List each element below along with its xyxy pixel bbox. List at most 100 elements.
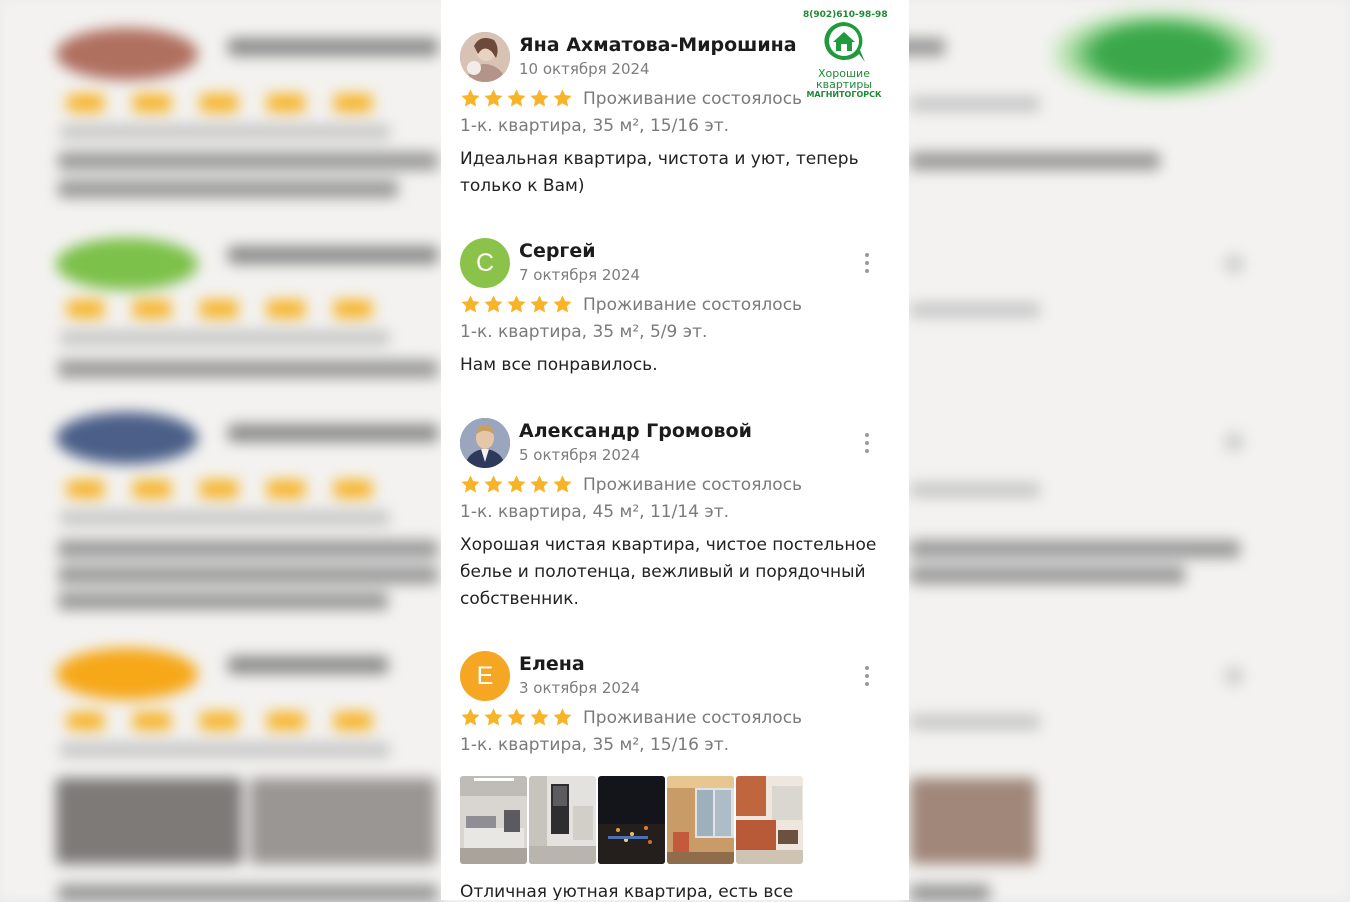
star-icon — [553, 708, 572, 726]
review-text: Нам все понравилось. — [460, 355, 658, 375]
bg-avatar-3 — [56, 412, 198, 464]
review-date: 10 октября 2024 — [519, 60, 650, 78]
bg-line-4c — [58, 884, 438, 902]
star-icon — [484, 475, 503, 493]
rating-stars — [460, 474, 573, 495]
bg-dot-4 — [1224, 666, 1244, 686]
star-icon — [484, 89, 503, 107]
bg-line-1c — [58, 152, 438, 170]
star-icon — [461, 708, 480, 726]
bg-name-2 — [228, 246, 438, 264]
bg-stars-3 — [66, 480, 386, 498]
avatar[interactable] — [460, 32, 510, 82]
apartment-info: 1-к. квартира, 35 м², 15/16 эт. — [460, 735, 730, 755]
bg-line-3c — [58, 566, 438, 584]
bg-line-3d — [58, 592, 388, 610]
bg-name-1 — [228, 38, 438, 56]
bg-line-3f — [910, 566, 1185, 584]
bg-line-1f — [910, 152, 1160, 170]
star-icon — [507, 475, 526, 493]
star-icon — [484, 708, 503, 726]
star-icon — [553, 295, 572, 313]
stay-status: Проживание состоялось — [583, 89, 803, 109]
author-name[interactable]: Сергей — [519, 240, 596, 262]
star-icon — [461, 89, 480, 107]
review-date: 7 октября 2024 — [519, 266, 641, 284]
bg-line-3g — [910, 482, 1040, 498]
bg-line-4b — [910, 714, 1040, 730]
star-icon — [507, 708, 526, 726]
bg-line-2b — [58, 360, 438, 378]
bg-line-4 — [60, 742, 390, 758]
bg-line-1 — [60, 124, 390, 140]
review-text: Отличная уютная квартира, есть все — [460, 882, 794, 900]
review-date: 5 октября 2024 — [519, 446, 641, 464]
star-icon — [530, 475, 549, 493]
star-icon — [553, 89, 572, 107]
author-name[interactable]: Александр Громовой — [519, 420, 752, 442]
rating-stars — [460, 88, 573, 109]
agency-logo: 8(902)610-98-98 Хорошие квартиры МАГНИТО… — [803, 10, 888, 100]
logo-line3: МАГНИТОГОРСК — [806, 90, 882, 99]
bg-line-4d — [910, 884, 990, 902]
avatar-photo-icon — [460, 418, 510, 468]
star-icon — [461, 295, 480, 313]
author-name[interactable]: Яна Ахматова-Мирошина — [519, 34, 797, 56]
star-icon — [553, 475, 572, 493]
bg-line-3 — [60, 510, 390, 526]
apartment-info: 1-к. квартира, 35 м², 15/16 эт. — [460, 116, 730, 136]
review-date: 3 октября 2024 — [519, 679, 641, 697]
more-vertical-icon[interactable] — [862, 665, 872, 687]
bg-line-3e — [910, 540, 1240, 558]
bg-avatar-4 — [56, 648, 198, 700]
avatar[interactable] — [460, 418, 510, 468]
author-name[interactable]: Елена — [519, 653, 585, 675]
star-icon — [461, 475, 480, 493]
bg-photo-3 — [910, 778, 1036, 864]
bg-name-3 — [228, 424, 438, 442]
more-vertical-icon[interactable] — [862, 252, 872, 274]
bg-stars-1 — [66, 94, 386, 112]
avatar-photo-icon — [460, 32, 510, 82]
star-icon — [530, 708, 549, 726]
more-vertical-icon[interactable] — [862, 432, 872, 454]
bg-line-1d — [58, 180, 398, 198]
star-icon — [507, 295, 526, 313]
logo-phone: 8(902)610-98-98 — [803, 10, 888, 20]
reviews-list[interactable]: Яна Ахматова-Мирошина 10 октября 2024 Пр… — [441, 0, 909, 900]
bg-line-2c — [910, 302, 1040, 318]
rating-stars — [460, 294, 573, 315]
bg-logo — [1050, 8, 1270, 100]
bg-dot-2 — [1224, 254, 1244, 274]
bg-dot-3 — [1224, 432, 1244, 452]
bg-line-3b — [58, 540, 438, 558]
hallway-photo[interactable] — [529, 776, 596, 864]
house-chat-logo-icon — [824, 22, 865, 62]
logo-line2: квартиры — [815, 78, 873, 91]
night-view-photo[interactable] — [598, 776, 665, 864]
stay-status: Проживание состоялось — [583, 475, 803, 495]
review-text: Идеальная квартира, чистота и уют, тепер… — [460, 149, 859, 196]
star-icon — [530, 89, 549, 107]
kitchen-photo[interactable] — [736, 776, 803, 864]
rating-stars — [460, 707, 573, 728]
bg-photo-1 — [56, 778, 242, 864]
stay-status: Проживание состоялось — [583, 295, 803, 315]
star-icon — [507, 89, 526, 107]
apartment-info: 1-к. квартира, 45 м², 11/14 эт. — [460, 502, 730, 522]
avatar[interactable]: Е — [460, 651, 510, 701]
avatar[interactable]: С — [460, 238, 510, 288]
bg-avatar-1 — [56, 28, 198, 80]
bg-line-2 — [60, 330, 390, 346]
bg-name-4 — [228, 656, 388, 674]
bg-photo-2 — [250, 778, 436, 864]
star-icon — [484, 295, 503, 313]
bg-stars-2 — [66, 300, 386, 318]
review-photos — [460, 776, 803, 864]
bg-stars-4 — [66, 712, 386, 730]
review-text: Хорошая чистая квартира, чистое постельн… — [460, 535, 877, 609]
star-icon — [530, 295, 549, 313]
balcony-photo[interactable] — [667, 776, 734, 864]
stay-status: Проживание состоялось — [583, 708, 803, 728]
bedroom-photo[interactable] — [460, 776, 527, 864]
